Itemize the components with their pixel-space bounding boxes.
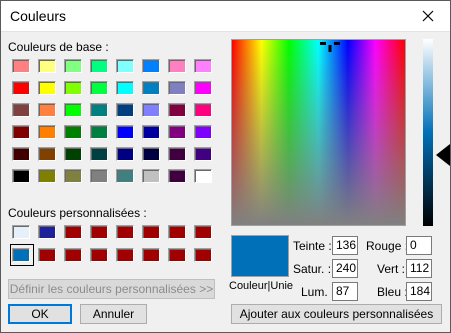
color-swatch[interactable]: [142, 169, 160, 183]
color-swatch[interactable]: [116, 125, 134, 139]
luminance-slider[interactable]: [423, 39, 433, 226]
color-swatch[interactable]: [116, 225, 134, 239]
add-custom-color-button[interactable]: Ajouter aux couleurs personnalisées: [231, 304, 442, 324]
color-swatch[interactable]: [64, 248, 82, 262]
color-swatch[interactable]: [38, 225, 56, 239]
color-swatch[interactable]: [64, 147, 82, 161]
color-swatch[interactable]: [38, 81, 56, 95]
color-swatch[interactable]: [116, 103, 134, 117]
color-swatch[interactable]: [12, 59, 30, 73]
color-swatch[interactable]: [12, 81, 30, 95]
color-swatch[interactable]: [64, 59, 82, 73]
blue-label: Bleu :: [377, 285, 408, 299]
color-swatch[interactable]: [194, 81, 212, 95]
color-swatch[interactable]: [90, 248, 108, 262]
close-icon: [422, 10, 434, 22]
color-swatch[interactable]: [142, 103, 160, 117]
color-swatch[interactable]: [142, 59, 160, 73]
color-swatch[interactable]: [194, 103, 212, 117]
color-preview: [231, 235, 289, 277]
color-swatch[interactable]: [90, 59, 108, 73]
saturation-label: Satur. :: [293, 262, 332, 276]
color-swatch[interactable]: [38, 125, 56, 139]
color-swatch[interactable]: [142, 125, 160, 139]
color-swatch[interactable]: [64, 125, 82, 139]
color-swatch[interactable]: [194, 147, 212, 161]
color-swatch[interactable]: [194, 225, 212, 239]
luminance-field[interactable]: 87: [332, 282, 358, 301]
blue-field[interactable]: 184: [406, 282, 432, 301]
crosshair-icon: [320, 42, 340, 52]
color-swatch[interactable]: [142, 147, 160, 161]
color-swatch[interactable]: [116, 81, 134, 95]
hue-label: Teinte :: [293, 239, 332, 253]
color-swatch[interactable]: [90, 81, 108, 95]
ok-button[interactable]: OK: [8, 304, 72, 324]
title-bar: Couleurs: [1, 1, 450, 32]
color-swatch[interactable]: [38, 103, 56, 117]
green-label: Vert :: [377, 262, 406, 276]
color-spectrum[interactable]: [231, 39, 406, 226]
color-swatch[interactable]: [12, 147, 30, 161]
color-swatch[interactable]: [64, 103, 82, 117]
green-field[interactable]: 112: [406, 259, 432, 278]
red-field[interactable]: 0: [406, 236, 432, 255]
color-swatch[interactable]: [142, 248, 160, 262]
color-swatch[interactable]: [116, 169, 134, 183]
color-swatch[interactable]: [64, 225, 82, 239]
color-swatch[interactable]: [12, 125, 30, 139]
color-swatch[interactable]: [194, 59, 212, 73]
color-swatch[interactable]: [194, 169, 212, 183]
color-swatch[interactable]: [116, 59, 134, 73]
color-swatch[interactable]: [116, 248, 134, 262]
color-swatch[interactable]: [90, 225, 108, 239]
luminance-arrow-icon[interactable]: [436, 144, 450, 166]
color-swatch[interactable]: [90, 147, 108, 161]
luminance-label: Lum. :: [301, 285, 335, 299]
color-swatch[interactable]: [194, 248, 212, 262]
color-swatch[interactable]: [38, 248, 56, 262]
custom-colors-label: Couleurs personnalisées :: [8, 206, 147, 220]
color-swatch[interactable]: [12, 103, 30, 117]
basic-colors-label: Couleurs de base :: [8, 40, 109, 54]
color-dialog: Couleurs Couleurs de base : Couleurs per…: [0, 0, 451, 333]
color-swatch[interactable]: [38, 147, 56, 161]
color-swatch[interactable]: [168, 147, 186, 161]
selected-custom-indicator: [10, 244, 34, 266]
color-swatch[interactable]: [142, 225, 160, 239]
color-swatch[interactable]: [90, 125, 108, 139]
color-swatch[interactable]: [12, 225, 30, 239]
color-swatch[interactable]: [142, 81, 160, 95]
color-swatch[interactable]: [90, 169, 108, 183]
color-swatch[interactable]: [116, 147, 134, 161]
preview-label: Couleur|Unie: [229, 280, 294, 292]
color-swatch[interactable]: [168, 125, 186, 139]
hue-field[interactable]: 136: [332, 236, 358, 255]
saturation-field[interactable]: 240: [332, 259, 358, 278]
basic-colors-grid: [12, 59, 212, 183]
color-swatch[interactable]: [168, 169, 186, 183]
red-label: Rouge :: [366, 239, 409, 253]
close-button[interactable]: [406, 1, 450, 32]
color-swatch[interactable]: [64, 169, 82, 183]
window-title: Couleurs: [10, 8, 67, 24]
color-swatch[interactable]: [168, 59, 186, 73]
custom-colors-grid: [12, 225, 212, 262]
color-swatch[interactable]: [168, 225, 186, 239]
color-swatch[interactable]: [38, 169, 56, 183]
color-swatch[interactable]: [194, 125, 212, 139]
cancel-button[interactable]: Annuler: [80, 304, 147, 324]
color-swatch[interactable]: [90, 103, 108, 117]
color-swatch[interactable]: [12, 169, 30, 183]
color-swatch[interactable]: [168, 103, 186, 117]
color-swatch[interactable]: [38, 59, 56, 73]
color-swatch[interactable]: [168, 248, 186, 262]
define-custom-colors-button[interactable]: Définir les couleurs personnalisées >>: [8, 279, 215, 299]
color-swatch[interactable]: [168, 81, 186, 95]
color-swatch[interactable]: [64, 81, 82, 95]
